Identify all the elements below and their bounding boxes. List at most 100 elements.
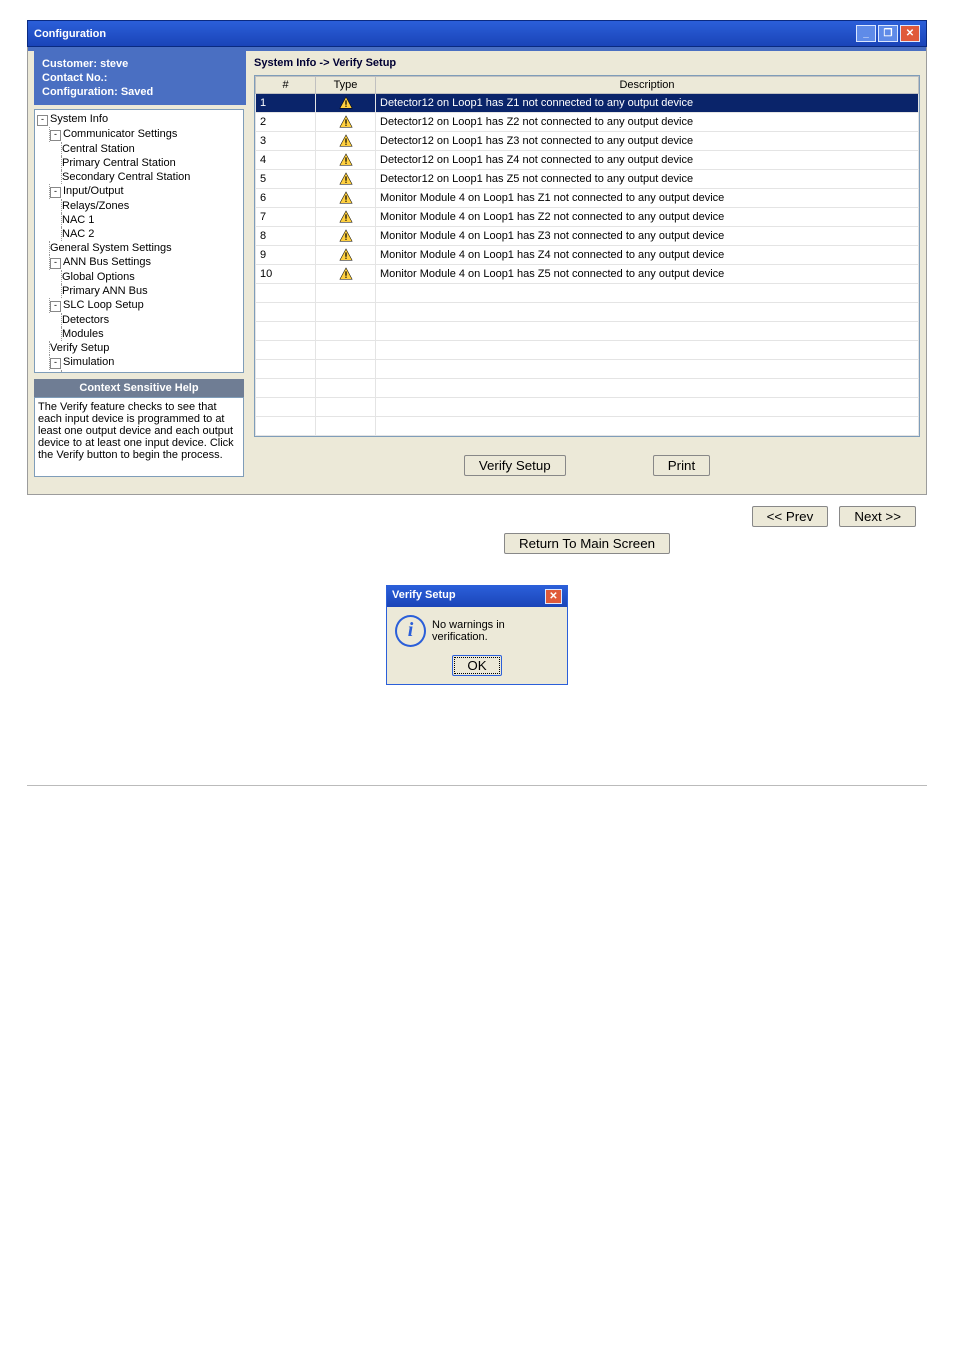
window-titlebar: Configuration _ ❐ ✕: [27, 20, 927, 47]
warning-icon: [316, 132, 376, 151]
row-description: Monitor Module 4 on Loop1 has Z5 not con…: [376, 265, 919, 284]
warning-icon: [316, 208, 376, 227]
collapse-icon[interactable]: -: [50, 258, 61, 269]
row-description: Monitor Module 4 on Loop1 has Z1 not con…: [376, 189, 919, 208]
col-number[interactable]: #: [256, 77, 316, 94]
table-row[interactable]: 2Detector12 on Loop1 has Z2 not connecte…: [256, 113, 919, 132]
tree-slc-loop-setup[interactable]: -SLC Loop Setup: [49, 298, 241, 313]
row-number: 1: [256, 94, 316, 113]
col-type[interactable]: Type: [316, 77, 376, 94]
config-value: Saved: [121, 86, 153, 98]
table-row[interactable]: [256, 360, 919, 379]
minimize-icon[interactable]: _: [856, 25, 876, 42]
return-main-button[interactable]: Return To Main Screen: [504, 533, 670, 554]
help-title: Context Sensitive Help: [34, 379, 244, 397]
warning-icon: [316, 246, 376, 265]
row-description: Detector12 on Loop1 has Z2 not connected…: [376, 113, 919, 132]
nav-tree[interactable]: -System Info -Communicator Settings Cent…: [34, 109, 244, 373]
col-description[interactable]: Description: [376, 77, 919, 94]
footer-rule: [27, 785, 927, 786]
table-row[interactable]: [256, 341, 919, 360]
tree-system-info[interactable]: -System Info: [37, 112, 241, 127]
table-row[interactable]: 1 Detector12 on Loop1 has Z1 not connecte…: [256, 94, 919, 113]
warnings-table[interactable]: # Type Description 1 Detector12 on Loop1 …: [254, 75, 920, 437]
row-description: Detector12 on Loop1 has Z3 not connected…: [376, 132, 919, 151]
tree-nac2[interactable]: NAC 2: [61, 227, 241, 241]
dialog-message: No warnings in verification.: [432, 619, 559, 643]
action-buttons: Verify Setup Print: [254, 455, 920, 476]
table-row[interactable]: 10 Monitor Module 4 on Loop1 has Z5 not c…: [256, 265, 919, 284]
close-icon[interactable]: ✕: [900, 25, 920, 42]
next-button[interactable]: Next >>: [839, 506, 916, 527]
row-description: Monitor Module 4 on Loop1 has Z2 not con…: [376, 208, 919, 227]
customer-value: steve: [100, 58, 128, 70]
prev-button[interactable]: << Prev: [752, 506, 829, 527]
row-description: Detector12 on Loop1 has Z5 not connected…: [376, 170, 919, 189]
tree-detectors[interactable]: Detectors: [61, 313, 241, 327]
row-number: 7: [256, 208, 316, 227]
tree-relays-zones[interactable]: Relays/Zones: [61, 199, 241, 213]
table-row[interactable]: [256, 398, 919, 417]
tree-primary-ann-bus[interactable]: Primary ANN Bus: [61, 284, 241, 298]
print-button[interactable]: Print: [653, 455, 710, 476]
tree-ann-bus-settings[interactable]: -ANN Bus Settings: [49, 255, 241, 270]
nav-buttons: << Prev Next >>: [254, 506, 920, 527]
breadcrumb: System Info -> Verify Setup: [254, 57, 920, 69]
customer-label: Customer:: [42, 58, 97, 70]
ok-button[interactable]: OK: [452, 655, 501, 676]
row-number: 5: [256, 170, 316, 189]
table-row[interactable]: [256, 322, 919, 341]
tree-input-output[interactable]: -Input/Output: [49, 184, 241, 199]
tree-central-station[interactable]: Central Station: [61, 142, 241, 156]
row-description: Detector12 on Loop1 has Z4 not connected…: [376, 151, 919, 170]
tree-global-options[interactable]: Global Options: [61, 270, 241, 284]
tree-general-system-settings[interactable]: General System Settings: [49, 241, 241, 255]
tree-simulation[interactable]: -Simulation: [49, 355, 241, 370]
warning-icon: [316, 94, 376, 113]
tree-nac1[interactable]: NAC 1: [61, 213, 241, 227]
collapse-icon[interactable]: -: [50, 358, 61, 369]
verify-dialog: Verify Setup ✕ i No warnings in verifica…: [386, 585, 568, 685]
row-number: 8: [256, 227, 316, 246]
warning-icon: [316, 265, 376, 284]
warning-icon: [316, 170, 376, 189]
table-row[interactable]: [256, 303, 919, 322]
table-row[interactable]: 7 Monitor Module 4 on Loop1 has Z2 not co…: [256, 208, 919, 227]
table-row[interactable]: 9Monitor Module 4 on Loop1 has Z4 not co…: [256, 246, 919, 265]
maximize-icon[interactable]: ❐: [878, 25, 898, 42]
table-row[interactable]: [256, 379, 919, 398]
verify-setup-button[interactable]: Verify Setup: [464, 455, 566, 476]
table-row[interactable]: 4Detector12 on Loop1 has Z4 not connecte…: [256, 151, 919, 170]
info-icon: i: [395, 615, 426, 647]
table-row[interactable]: 5 Detector12 on Loop1 has Z5 not connecte…: [256, 170, 919, 189]
table-row[interactable]: [256, 284, 919, 303]
table-row[interactable]: 6Monitor Module 4 on Loop1 has Z1 not co…: [256, 189, 919, 208]
contact-label: Contact No.:: [42, 72, 107, 84]
row-description: Detector12 on Loop1 has Z1 not connected…: [376, 94, 919, 113]
collapse-icon[interactable]: -: [50, 187, 61, 198]
breadcrumb-sep: ->: [316, 57, 332, 69]
tree-communicator-settings[interactable]: -Communicator Settings: [49, 127, 241, 142]
tree-tabular-view[interactable]: Tabular View: [61, 370, 241, 373]
help-text: The Verify feature checks to see that ea…: [34, 397, 244, 477]
table-row[interactable]: [256, 417, 919, 436]
tree-primary-central-station[interactable]: Primary Central Station: [61, 156, 241, 170]
tree-modules[interactable]: Modules: [61, 327, 241, 341]
table-row[interactable]: 8Monitor Module 4 on Loop1 has Z3 not co…: [256, 227, 919, 246]
warning-icon: [316, 227, 376, 246]
dialog-close-icon[interactable]: ✕: [545, 589, 562, 604]
config-label: Configuration:: [42, 86, 118, 98]
row-number: 3: [256, 132, 316, 151]
collapse-icon[interactable]: -: [50, 301, 61, 312]
table-row[interactable]: 3 Detector12 on Loop1 has Z3 not connecte…: [256, 132, 919, 151]
collapse-icon[interactable]: -: [37, 115, 48, 126]
customer-info-box: Customer: steve Contact No.: Configurati…: [34, 51, 246, 105]
warning-icon: [316, 189, 376, 208]
row-number: 9: [256, 246, 316, 265]
warning-icon: [316, 113, 376, 132]
collapse-icon[interactable]: -: [50, 130, 61, 141]
breadcrumb-root: System Info: [254, 57, 316, 69]
row-number: 10: [256, 265, 316, 284]
tree-verify-setup[interactable]: Verify Setup: [49, 341, 241, 355]
tree-secondary-central-station[interactable]: Secondary Central Station: [61, 170, 241, 184]
